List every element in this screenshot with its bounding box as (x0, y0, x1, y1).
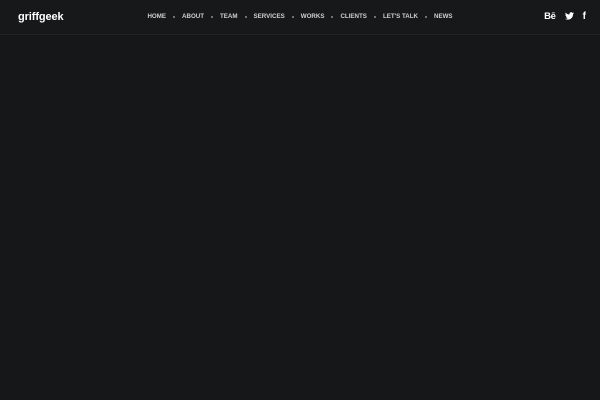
nav-item-lets-talk[interactable]: LET'S TALK (383, 12, 418, 22)
nav-separator (291, 16, 294, 18)
nav-item-clients[interactable]: CLIENTS (340, 12, 366, 22)
main-nav: HOME ABOUT TEAM SERVICES WORKS CLIENTS L… (0, 0, 600, 34)
nav-item-home[interactable]: HOME (147, 12, 166, 22)
nav-item-about[interactable]: ABOUT (182, 12, 204, 22)
main-content (0, 35, 600, 400)
social-links: Bē f (544, 9, 586, 23)
facebook-icon[interactable]: f (583, 9, 586, 23)
nav-separator (331, 16, 334, 18)
nav-separator (244, 16, 247, 18)
nav-separator (211, 16, 214, 18)
nav-item-works[interactable]: WORKS (301, 12, 325, 22)
nav-item-team[interactable]: TEAM (220, 12, 238, 22)
nav-list: HOME ABOUT TEAM SERVICES WORKS CLIENTS L… (147, 12, 452, 22)
site-logo[interactable]: griffgeek (18, 9, 64, 25)
behance-icon[interactable]: Bē (544, 9, 556, 23)
nav-item-services[interactable]: SERVICES (254, 12, 285, 22)
twitter-icon[interactable] (564, 9, 574, 23)
page: griffgeek HOME ABOUT TEAM SERVICES WORKS… (0, 0, 600, 400)
nav-item-news[interactable]: NEWS (434, 12, 453, 22)
site-header: griffgeek HOME ABOUT TEAM SERVICES WORKS… (0, 0, 600, 35)
nav-separator (373, 16, 376, 18)
nav-separator (424, 16, 427, 18)
nav-separator (173, 16, 176, 18)
